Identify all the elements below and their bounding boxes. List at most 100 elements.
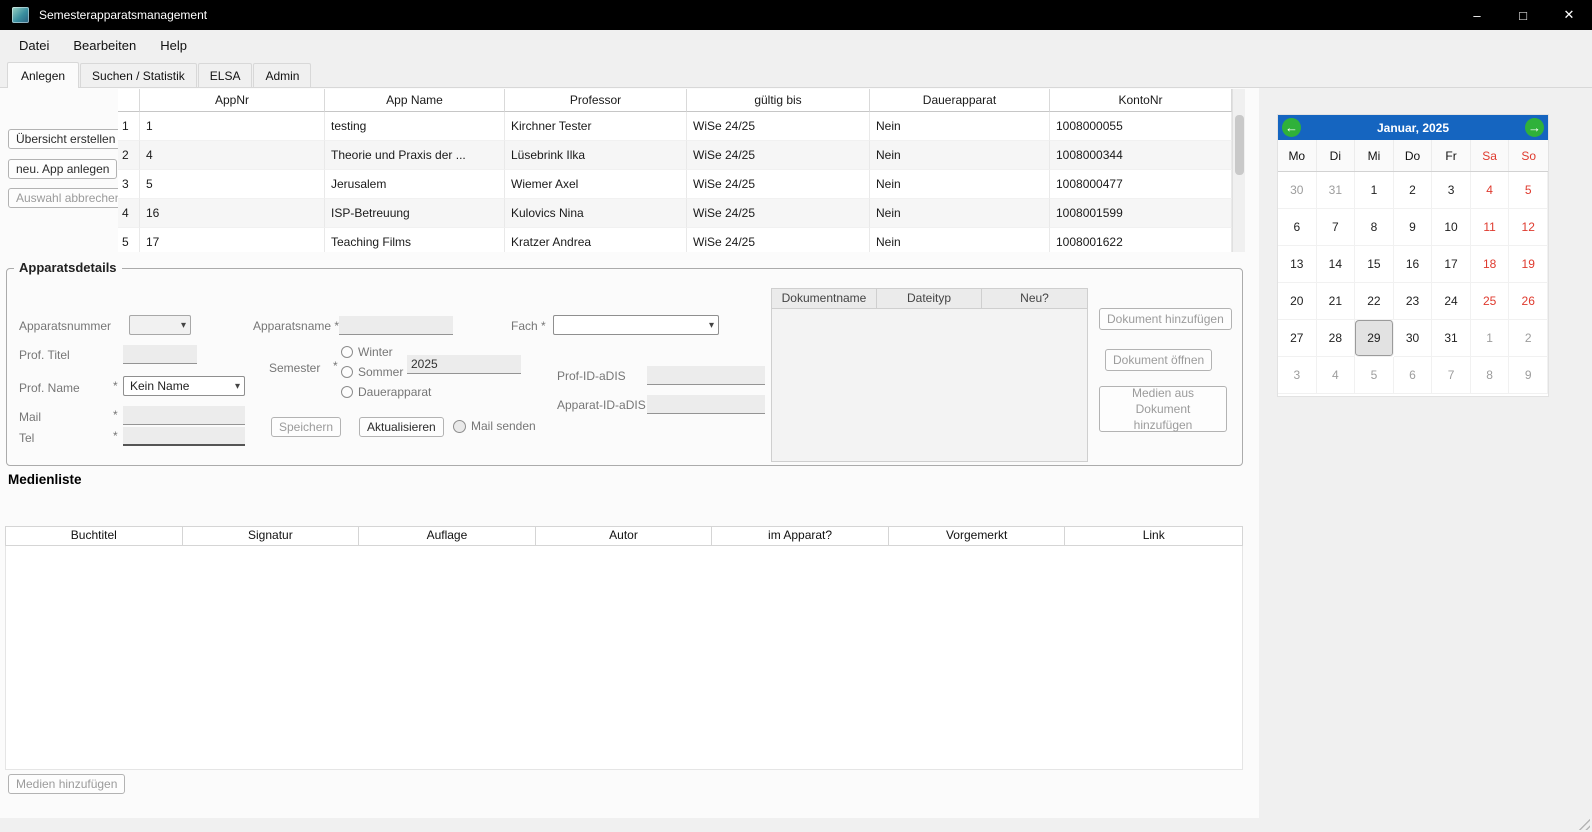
apparatsname-input[interactable] bbox=[339, 316, 453, 335]
table-row[interactable]: 35JerusalemWiemer AxelWiSe 24/25Nein1008… bbox=[118, 170, 1232, 199]
prof-titel-input[interactable] bbox=[123, 345, 197, 364]
menu-help[interactable]: Help bbox=[148, 33, 199, 58]
minimize-button[interactable]: – bbox=[1454, 0, 1500, 30]
calendar-day[interactable]: 17 bbox=[1432, 246, 1471, 283]
resize-grip-icon[interactable] bbox=[1578, 818, 1590, 830]
calendar-day[interactable]: 4 bbox=[1471, 172, 1510, 209]
prof-name-select[interactable]: Kein Name ▾ bbox=[123, 376, 245, 396]
app-table-column-header[interactable]: App Name bbox=[325, 89, 505, 112]
calendar-day[interactable]: 23 bbox=[1394, 283, 1433, 320]
calendar-day[interactable]: 31 bbox=[1317, 172, 1356, 209]
tab-anlegen[interactable]: Anlegen bbox=[7, 62, 79, 88]
calendar-day[interactable]: 27 bbox=[1278, 320, 1317, 357]
calendar-day[interactable]: 25 bbox=[1471, 283, 1510, 320]
app-table-column-header[interactable]: AppNr bbox=[140, 89, 325, 112]
close-button[interactable]: ✕ bbox=[1546, 0, 1592, 30]
calendar-day[interactable]: 9 bbox=[1509, 357, 1548, 394]
media-table-column-header[interactable]: Buchtitel bbox=[6, 527, 183, 545]
app-table-column-header[interactable]: Dauerapparat bbox=[870, 89, 1050, 112]
dokument-oeffnen-button[interactable]: Dokument öffnen bbox=[1105, 349, 1212, 371]
calendar-next-button[interactable]: → bbox=[1525, 118, 1544, 137]
media-table-column-header[interactable]: im Apparat? bbox=[712, 527, 889, 545]
calendar-day[interactable]: 19 bbox=[1509, 246, 1548, 283]
menu-bearbeiten[interactable]: Bearbeiten bbox=[61, 33, 148, 58]
table-row[interactable]: 416ISP-BetreuungKulovics NinaWiSe 24/25N… bbox=[118, 199, 1232, 228]
calendar-day[interactable]: 4 bbox=[1317, 357, 1356, 394]
calendar-day[interactable]: 2 bbox=[1509, 320, 1548, 357]
mail-senden-checkbox[interactable]: Mail senden bbox=[453, 419, 536, 433]
calendar-day[interactable]: 20 bbox=[1278, 283, 1317, 320]
apparat-id-adis-input[interactable] bbox=[647, 395, 765, 414]
calendar-day[interactable]: 30 bbox=[1394, 320, 1433, 357]
tab-admin[interactable]: Admin bbox=[253, 63, 311, 87]
calendar-day[interactable]: 28 bbox=[1317, 320, 1356, 357]
medien-hinzufuegen-button[interactable]: Medien hinzufügen bbox=[8, 774, 125, 794]
calendar-prev-button[interactable]: ← bbox=[1282, 118, 1301, 137]
dauerapparat-radio[interactable]: Dauerapparat bbox=[341, 385, 431, 399]
media-table-column-header[interactable]: Autor bbox=[536, 527, 713, 545]
calendar-day[interactable]: 31 bbox=[1432, 320, 1471, 357]
maximize-button[interactable]: □ bbox=[1500, 0, 1546, 30]
calendar-day[interactable]: 1 bbox=[1355, 172, 1394, 209]
neu-app-anlegen-button[interactable]: neu. App anlegen bbox=[8, 159, 117, 179]
winter-radio[interactable]: Winter bbox=[341, 345, 393, 359]
calendar-day[interactable]: 1 bbox=[1471, 320, 1510, 357]
calendar-day[interactable]: 7 bbox=[1432, 357, 1471, 394]
app-table-column-header[interactable]: gültig bis bbox=[687, 89, 870, 112]
dokument-hinzufuegen-button[interactable]: Dokument hinzufügen bbox=[1099, 308, 1232, 330]
calendar-day[interactable]: 22 bbox=[1355, 283, 1394, 320]
calendar-day[interactable]: 11 bbox=[1471, 209, 1510, 246]
apparatsnummer-select[interactable]: ▾ bbox=[129, 315, 191, 335]
speichern-button[interactable]: Speichern bbox=[271, 417, 341, 437]
calendar-day[interactable]: 3 bbox=[1432, 172, 1471, 209]
doc-table-column-header[interactable]: Dokumentname bbox=[772, 289, 877, 309]
table-row[interactable]: 24Theorie und Praxis der ...Lüsebrink Il… bbox=[118, 141, 1232, 170]
medien-aus-dokument-button[interactable]: Medien aus Dokument hinzufügen bbox=[1099, 386, 1227, 432]
tab-elsa[interactable]: ELSA bbox=[198, 63, 253, 87]
table-row[interactable]: 517Teaching FilmsKratzer AndreaWiSe 24/2… bbox=[118, 228, 1232, 252]
doc-table-column-header[interactable]: Dateityp bbox=[877, 289, 982, 309]
calendar-day[interactable]: 24 bbox=[1432, 283, 1471, 320]
calendar-day[interactable]: 7 bbox=[1317, 209, 1356, 246]
app-table-scrollbar[interactable] bbox=[1232, 89, 1245, 252]
tel-input[interactable] bbox=[123, 427, 245, 446]
media-table-column-header[interactable]: Link bbox=[1065, 527, 1242, 545]
calendar-day[interactable]: 14 bbox=[1317, 246, 1356, 283]
calendar-day[interactable]: 5 bbox=[1355, 357, 1394, 394]
auswahl-abbrechen-button[interactable]: Auswahl abbrechen bbox=[8, 188, 129, 208]
semester-year-input[interactable] bbox=[407, 355, 521, 374]
media-table-column-header[interactable]: Auflage bbox=[359, 527, 536, 545]
table-row[interactable]: 11testingKirchner TesterWiSe 24/25Nein10… bbox=[118, 112, 1232, 141]
calendar-day[interactable]: 16 bbox=[1394, 246, 1433, 283]
calendar-day[interactable]: 2 bbox=[1394, 172, 1433, 209]
calendar-day[interactable]: 8 bbox=[1471, 357, 1510, 394]
app-table-column-header[interactable]: KontoNr bbox=[1050, 89, 1232, 112]
aktualisieren-button[interactable]: Aktualisieren bbox=[359, 417, 444, 437]
calendar-day[interactable]: 10 bbox=[1432, 209, 1471, 246]
calendar-day[interactable]: 18 bbox=[1471, 246, 1510, 283]
calendar-day[interactable]: 30 bbox=[1278, 172, 1317, 209]
calendar-day[interactable]: 13 bbox=[1278, 246, 1317, 283]
calendar-day[interactable]: 6 bbox=[1278, 209, 1317, 246]
calendar-day[interactable]: 8 bbox=[1355, 209, 1394, 246]
sommer-radio[interactable]: Sommer bbox=[341, 365, 403, 379]
fach-select[interactable]: ▾ bbox=[553, 315, 719, 335]
tab-suchen-statistik[interactable]: Suchen / Statistik bbox=[80, 63, 197, 87]
app-table-column-header[interactable]: Professor bbox=[505, 89, 687, 112]
menu-datei[interactable]: Datei bbox=[7, 33, 61, 58]
calendar-day[interactable]: 9 bbox=[1394, 209, 1433, 246]
calendar-day[interactable]: 29 bbox=[1355, 320, 1394, 357]
media-table-column-header[interactable]: Signatur bbox=[183, 527, 360, 545]
media-table-column-header[interactable]: Vorgemerkt bbox=[889, 527, 1066, 545]
calendar-day[interactable]: 3 bbox=[1278, 357, 1317, 394]
calendar-day[interactable]: 5 bbox=[1509, 172, 1548, 209]
scrollbar-thumb[interactable] bbox=[1235, 115, 1244, 175]
doc-table-column-header[interactable]: Neu? bbox=[982, 289, 1087, 309]
calendar-day[interactable]: 6 bbox=[1394, 357, 1433, 394]
prof-id-adis-input[interactable] bbox=[647, 366, 765, 385]
uebersicht-erstellen-button[interactable]: Übersicht erstellen bbox=[8, 129, 123, 149]
calendar-day[interactable]: 21 bbox=[1317, 283, 1356, 320]
mail-input[interactable] bbox=[123, 406, 245, 425]
calendar-day[interactable]: 26 bbox=[1509, 283, 1548, 320]
calendar-day[interactable]: 15 bbox=[1355, 246, 1394, 283]
